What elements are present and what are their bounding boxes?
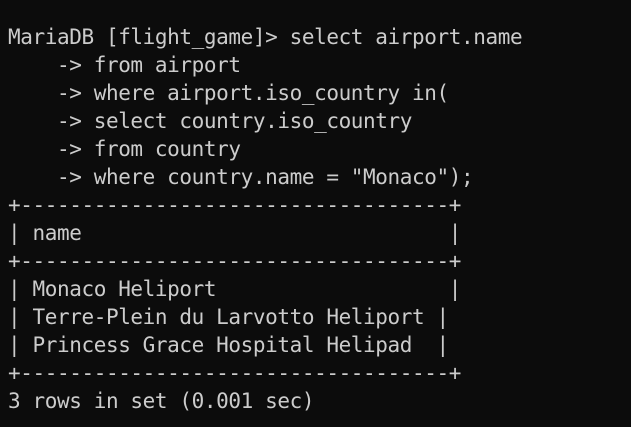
table-row: | Monaco Heliport | <box>8 277 461 301</box>
terminal-output: MariaDB [flight_game]> select airport.na… <box>8 23 523 415</box>
table-row: | Princess Grace Hospital Helipad | <box>8 333 449 357</box>
sql-prompt-line: MariaDB [flight_game]> select airport.na… <box>8 25 523 49</box>
sql-continuation-line: -> from country <box>8 137 241 161</box>
sql-continuation-line: -> where airport.iso_country in( <box>8 81 449 105</box>
table-border-header: +-----------------------------------+ <box>8 249 461 273</box>
table-border-top: +-----------------------------------+ <box>8 193 461 217</box>
table-border-bottom: +-----------------------------------+ <box>8 361 461 385</box>
sql-continuation-line: -> from airport <box>8 53 241 77</box>
table-row: | Terre-Plein du Larvotto Heliport | <box>8 305 449 329</box>
result-summary: 3 rows in set (0.001 sec) <box>8 389 315 413</box>
sql-continuation-line: -> where country.name = "Monaco"); <box>8 165 474 189</box>
sql-continuation-line: -> select country.iso_country <box>8 109 413 133</box>
terminal-window[interactable]: MariaDB [flight_game]> select airport.na… <box>0 0 631 427</box>
table-header-row: | name | <box>8 221 461 245</box>
